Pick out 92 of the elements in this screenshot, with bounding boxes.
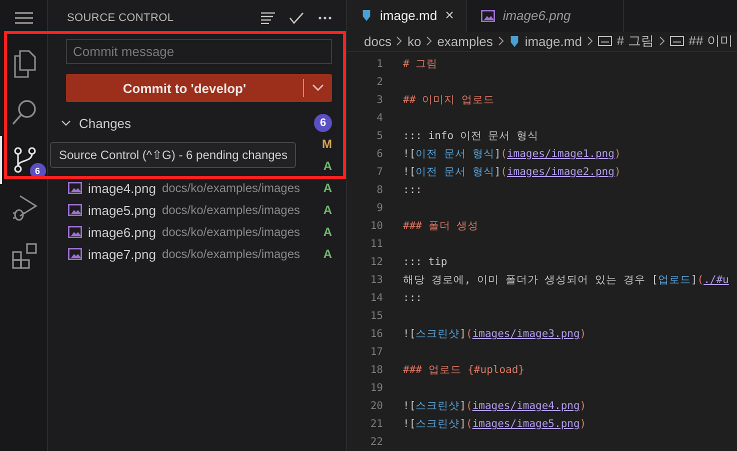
menu-icon[interactable] xyxy=(14,12,32,24)
chevron-right-icon xyxy=(658,36,665,46)
chevron-right-icon xyxy=(396,36,402,46)
image-file-icon xyxy=(68,248,82,260)
code-line: # 그림 xyxy=(403,57,438,71)
file-path: docs/ko/examples/images xyxy=(162,203,300,217)
list-icon[interactable] xyxy=(261,12,275,24)
line-number: 13 xyxy=(369,274,383,286)
changed-file-row[interactable]: image4.png docs/ko/examples/images A xyxy=(68,177,332,199)
changed-file-row[interactable]: image7.png docs/ko/examples/images A xyxy=(68,243,332,265)
line-number: 3 xyxy=(376,94,383,106)
panel-title: SOURCE CONTROL xyxy=(67,12,174,24)
run-debug-icon xyxy=(12,194,38,222)
code-line: ![이전 문서 형식](images/image2.png) xyxy=(403,165,621,179)
code-line: ![스크린샷](images/image3.png) xyxy=(403,327,586,341)
changes-label[interactable]: Changes xyxy=(79,116,306,130)
breadcrumb-item[interactable]: ko xyxy=(407,34,422,49)
checkmark-icon[interactable] xyxy=(289,12,304,24)
file-path: docs/ko/examples/images xyxy=(162,225,300,239)
line-number: 2 xyxy=(376,76,383,88)
line-number: 9 xyxy=(376,202,383,214)
extensions-icon xyxy=(12,243,38,269)
file-path: docs/ko/examples/images xyxy=(162,181,300,195)
count-badge: 6 xyxy=(314,114,332,132)
file-name: image4.png xyxy=(88,180,156,196)
file-name: image7.png xyxy=(88,246,156,262)
code-line: ::: xyxy=(403,184,422,196)
chevron-right-icon xyxy=(586,36,593,46)
tab-label: image6.png xyxy=(502,8,571,24)
chevron-right-icon xyxy=(426,36,432,46)
more-icon[interactable] xyxy=(318,16,332,20)
changed-file-row[interactable]: image5.png docs/ko/examples/images A xyxy=(68,199,332,221)
line-number: 8 xyxy=(376,184,383,196)
chevron-icon[interactable] xyxy=(61,118,71,128)
commit-message-field[interactable]: Commit message xyxy=(66,39,332,64)
tooltip: Source Control (^⇧G) - 6 pending changes xyxy=(50,142,296,168)
line-number: 18 xyxy=(369,364,383,376)
code-line: ::: xyxy=(403,292,422,304)
line-number: 6 xyxy=(376,148,383,160)
chevron-right-icon xyxy=(498,36,504,46)
chevron-down-icon[interactable] xyxy=(312,84,324,92)
file-status: A xyxy=(323,225,332,239)
code-line: ### 업로드 {#upload} xyxy=(403,363,525,377)
symbol-icon xyxy=(598,36,612,46)
file-status: A xyxy=(323,203,332,217)
image-file-icon xyxy=(68,182,82,194)
line-number: 22 xyxy=(369,436,383,448)
changed-file-row[interactable]: image6.png docs/ko/examples/images A xyxy=(68,221,332,243)
breadcrumb-item[interactable]: # 그림 xyxy=(616,32,654,50)
line-number: 5 xyxy=(376,130,383,142)
image-file-icon xyxy=(480,10,495,22)
code-line: ::: tip xyxy=(403,256,448,268)
breadcrumb-item[interactable]: ## 이미 xyxy=(688,32,733,50)
editor-tab[interactable]: image.md × xyxy=(347,0,467,32)
image-file-icon xyxy=(68,226,82,238)
line-number: 14 xyxy=(369,292,383,304)
branch-icon xyxy=(14,147,36,173)
breadcrumb-item[interactable]: docs xyxy=(364,34,392,49)
line-number: 11 xyxy=(369,238,383,250)
line-number: 10 xyxy=(369,220,383,232)
line-number: 17 xyxy=(369,346,383,358)
code-line: ### 폴더 생성 xyxy=(403,219,479,233)
line-number: 20 xyxy=(369,400,383,412)
line-number: 1 xyxy=(376,58,383,70)
tab-label: image.md xyxy=(380,8,438,24)
code-line: ## 이미지 업로드 xyxy=(403,93,494,107)
search-icon xyxy=(12,99,38,125)
line-number: 19 xyxy=(369,382,383,394)
line-number: 15 xyxy=(369,310,383,322)
breadcrumb-item[interactable]: image.md xyxy=(524,34,582,49)
file-status: A xyxy=(323,181,332,195)
markdown-icon xyxy=(508,34,520,48)
file-name: image5.png xyxy=(88,202,156,218)
line-number: 12 xyxy=(369,256,383,268)
code-line: ![스크린샷](images/image4.png) xyxy=(403,399,586,413)
close-icon[interactable]: × xyxy=(445,7,454,24)
symbol-icon xyxy=(670,36,684,46)
files-icon xyxy=(12,50,38,78)
breadcrumb-item[interactable]: examples xyxy=(437,34,493,49)
file-status: A xyxy=(323,247,332,261)
line-number: 21 xyxy=(369,418,383,430)
file-path: docs/ko/examples/images xyxy=(162,247,300,261)
markdown-icon xyxy=(361,9,372,22)
line-number: 16 xyxy=(369,328,383,340)
code-line: 해당 경로에, 이미 폴더가 생성되어 있는 경우 [업로드](./#u xyxy=(403,273,729,287)
code-line: ::: info 이전 문서 형식 xyxy=(403,129,539,143)
code-line: ![스크린샷](images/image5.png) xyxy=(403,417,586,431)
file-name: image6.png xyxy=(88,224,156,240)
code-line: ![이전 문서 형식](images/image1.png) xyxy=(403,147,621,161)
image-file-icon xyxy=(68,204,82,216)
line-number: 4 xyxy=(376,112,383,124)
line-number: 7 xyxy=(376,166,383,178)
